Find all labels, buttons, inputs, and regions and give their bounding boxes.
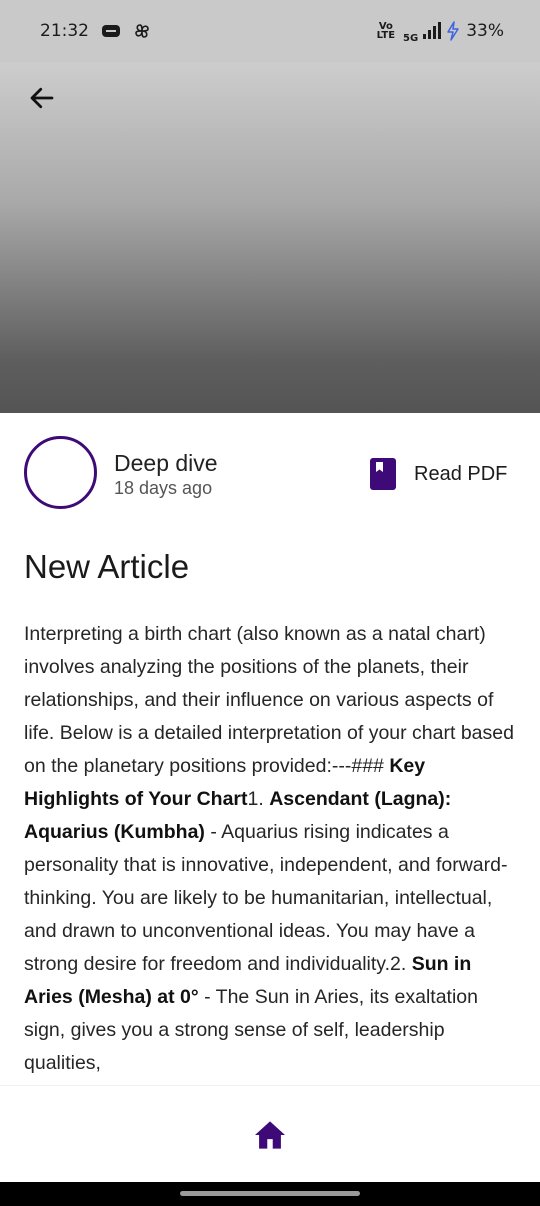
article-text: - Aquarius rising indicates a personalit… xyxy=(24,821,508,975)
volte-indicator: Vo LTE xyxy=(376,21,396,41)
read-pdf-button[interactable]: Read PDF xyxy=(370,458,507,490)
author-name: Deep dive xyxy=(114,450,218,476)
hero-banner xyxy=(0,62,540,413)
article-title: New Article xyxy=(24,548,190,585)
gesture-handle[interactable] xyxy=(180,1191,360,1196)
article-body: Interpreting a birth chart (also known a… xyxy=(24,618,520,1084)
home-button[interactable] xyxy=(246,1111,294,1159)
signal-icon xyxy=(423,22,442,39)
pinwheel-icon xyxy=(135,24,149,38)
status-time: 21:32 xyxy=(40,21,89,41)
publish-time: 18 days ago xyxy=(114,478,213,498)
status-bar: 21:32 Vo LTE 5G 33% xyxy=(0,0,540,62)
media-icon xyxy=(102,25,120,37)
battery-percent: 33% xyxy=(466,21,504,41)
network-type: 5G xyxy=(403,32,419,44)
avatar xyxy=(24,436,97,509)
bottom-navigation xyxy=(0,1085,540,1183)
read-pdf-label: Read PDF xyxy=(414,462,508,485)
arrow-back-icon xyxy=(30,87,54,109)
author-row: Deep dive 18 days ago Read PDF xyxy=(24,436,516,510)
article-text: Interpreting a birth chart (also known a… xyxy=(24,623,514,777)
back-button[interactable] xyxy=(24,80,60,116)
charging-icon xyxy=(447,21,459,41)
system-gesture-bar xyxy=(0,1182,540,1206)
book-icon xyxy=(370,458,396,490)
article-text: 1. xyxy=(247,788,270,810)
home-icon xyxy=(255,1120,285,1149)
